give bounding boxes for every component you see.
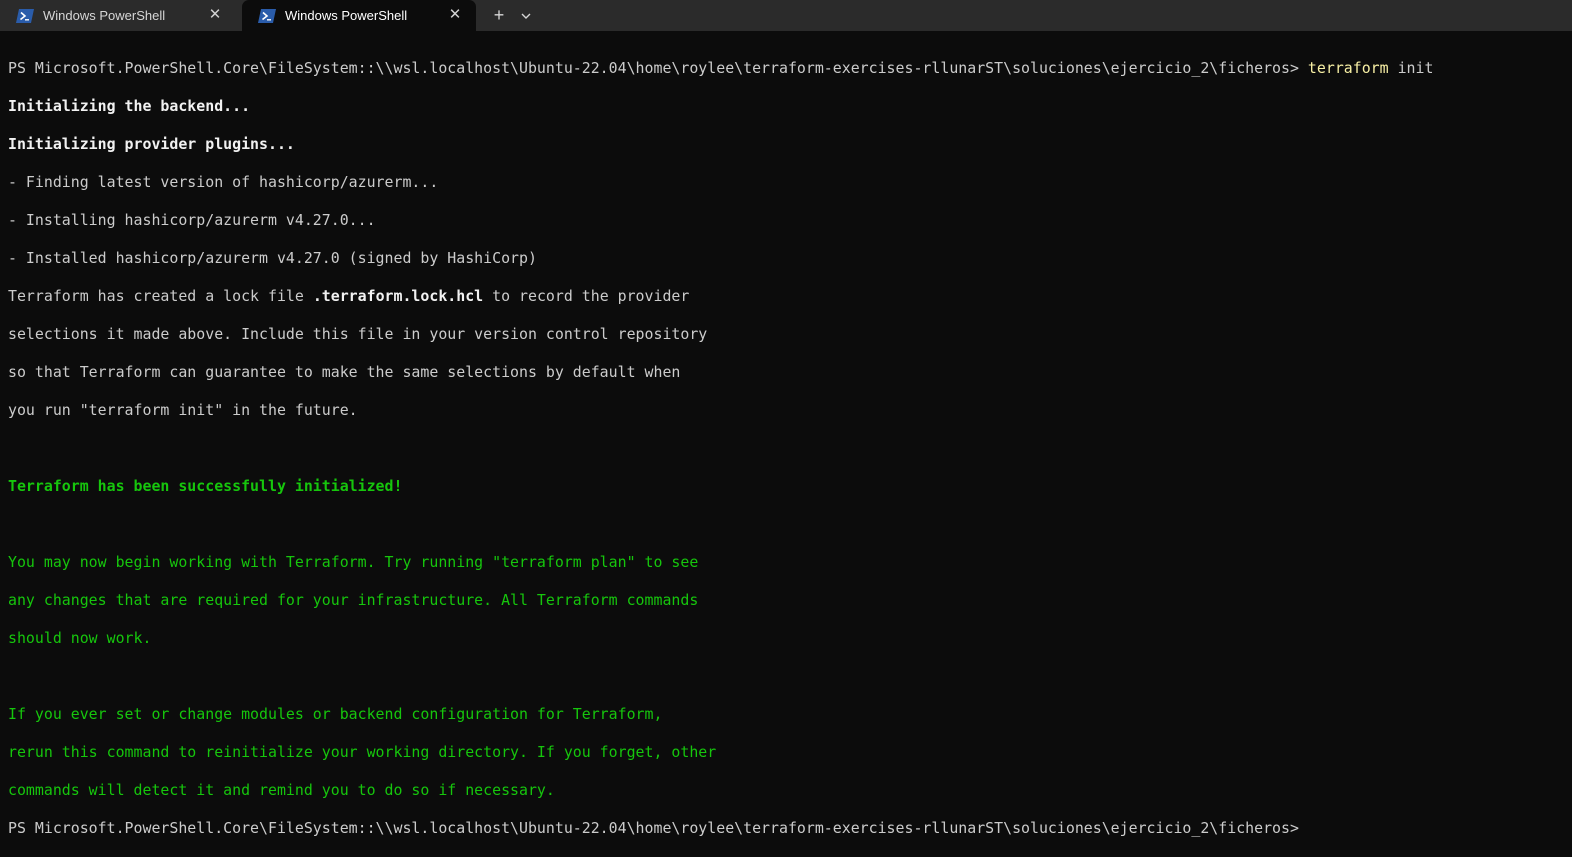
ever-line-2: rerun this command to reinitialize your … <box>8 743 717 761</box>
ever-line-3: commands will detect it and remind you t… <box>8 781 555 799</box>
lock-file-name: .terraform.lock.hcl <box>312 287 484 305</box>
ever-line-1: If you ever set or change modules or bac… <box>8 705 663 723</box>
init-plugins-line: Initializing provider plugins... <box>8 135 295 153</box>
terminal-output[interactable]: PS Microsoft.PowerShell.Core\FileSystem:… <box>8 40 1564 837</box>
command-args: init <box>1388 59 1434 77</box>
installing-line: - Installing hashicorp/azurerm v4.27.0..… <box>8 211 376 229</box>
finding-line: - Finding latest version of hashicorp/az… <box>8 173 439 191</box>
init-backend-line: Initializing the backend... <box>8 97 251 115</box>
tab-powershell-2[interactable]: Windows PowerShell ✕ <box>242 0 476 31</box>
chevron-down-icon <box>521 13 531 19</box>
close-icon[interactable]: ✕ <box>448 7 462 22</box>
lock-line-1: Terraform has created a lock file .terra… <box>8 287 1564 306</box>
new-tab-button[interactable]: + <box>484 0 514 31</box>
command-name: terraform <box>1307 59 1389 77</box>
prompt-line-final: PS Microsoft.PowerShell.Core\FileSystem:… <box>8 819 1564 838</box>
lock-line-3: so that Terraform can guarantee to make … <box>8 363 681 381</box>
tab-powershell-1[interactable]: Windows PowerShell ✕ <box>0 0 236 31</box>
tab-label: Windows PowerShell <box>285 8 408 23</box>
begin-line-2: any changes that are required for your i… <box>8 591 699 609</box>
prompt-line: PS Microsoft.PowerShell.Core\FileSystem:… <box>8 59 1564 78</box>
lock-line-4: you run "terraform init" in the future. <box>8 401 358 419</box>
plus-icon: + <box>493 5 505 25</box>
powershell-icon <box>16 8 34 23</box>
begin-line-3: should now work. <box>8 629 152 647</box>
lock-prefix: Terraform has created a lock file <box>8 287 313 305</box>
tab-dropdown-button[interactable] <box>514 0 538 31</box>
tab-bar: Windows PowerShell ✕ Windows PowerShell … <box>0 0 1572 31</box>
installed-line: - Installed hashicorp/azurerm v4.27.0 (s… <box>8 249 537 267</box>
lock-line-2: selections it made above. Include this f… <box>8 325 708 343</box>
lock-suffix: to record the provider <box>483 287 690 305</box>
prompt: PS Microsoft.PowerShell.Core\FileSystem:… <box>8 819 1299 837</box>
close-icon[interactable]: ✕ <box>208 7 222 22</box>
prompt: PS Microsoft.PowerShell.Core\FileSystem:… <box>8 59 1299 77</box>
tab-label: Windows PowerShell <box>43 8 166 23</box>
begin-line-1: You may now begin working with Terraform… <box>8 553 699 571</box>
success-line: Terraform has been successfully initiali… <box>8 477 403 495</box>
powershell-icon <box>258 8 276 23</box>
